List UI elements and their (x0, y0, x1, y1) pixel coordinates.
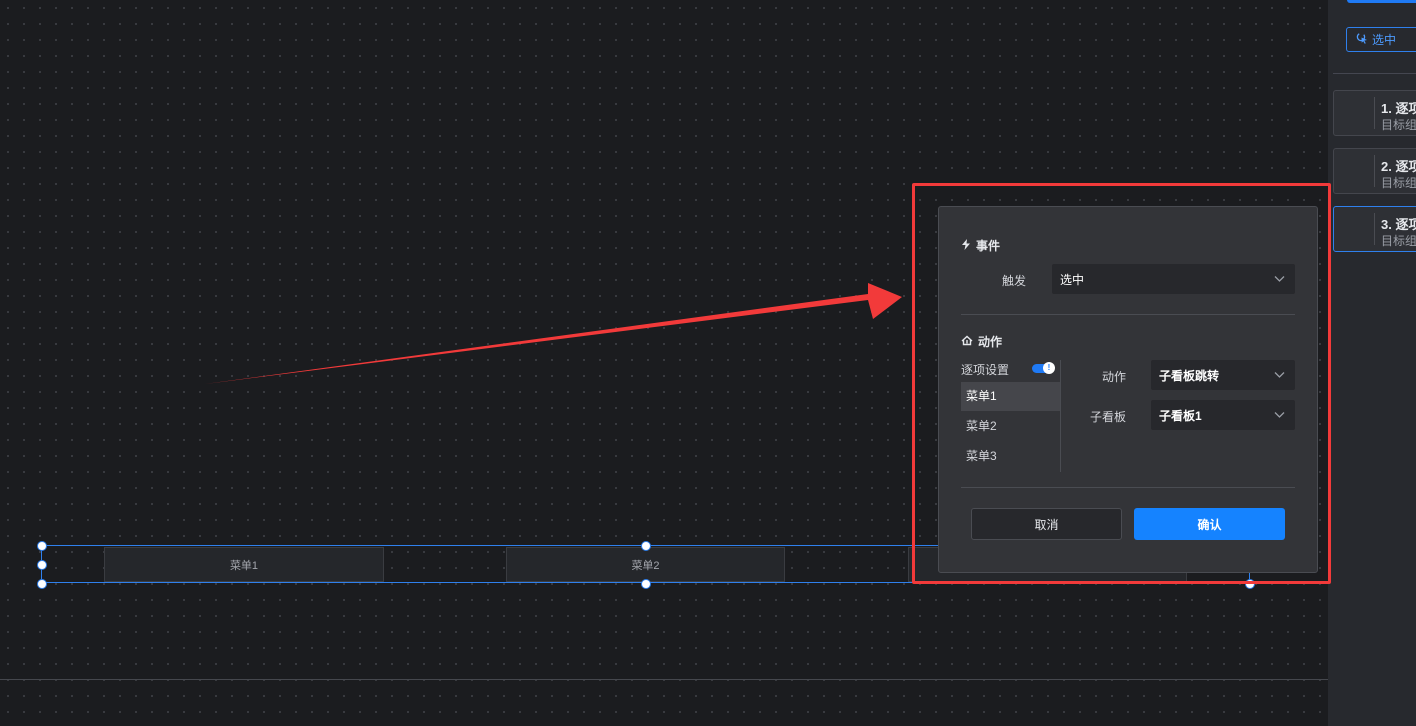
annotation-highlight-box (912, 183, 1331, 584)
